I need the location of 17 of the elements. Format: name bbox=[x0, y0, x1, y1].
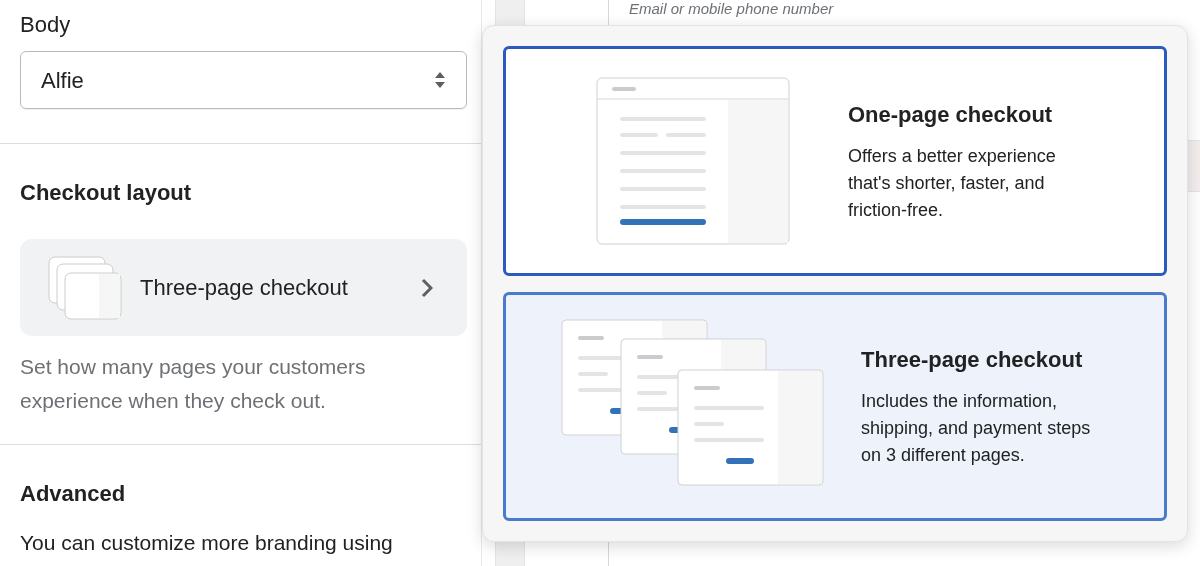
section-title: Checkout layout bbox=[20, 179, 193, 207]
field-label: Email or mobile phone number bbox=[629, 1, 835, 16]
advanced-description: You can customize more branding using bbox=[20, 530, 394, 556]
chevron-right-icon bbox=[421, 277, 433, 298]
font-label: Body bbox=[20, 11, 72, 39]
checkout-option[interactable]: One-page checkout Offers a better experience that's shorter, faster, and friction-free. bbox=[503, 46, 1167, 276]
checkout-layout-button[interactable]: Three-page checkout bbox=[20, 239, 467, 336]
option-title: Three-page checkout bbox=[861, 346, 1084, 375]
stacked-pages-icon bbox=[48, 255, 122, 320]
option-title: One-page checkout bbox=[848, 100, 1054, 129]
checkout-option[interactable]: Three-page checkout Includes the information, shipping, and payment steps on 3 different pages. bbox=[503, 291, 1167, 521]
option-description: Offers a better experience that's shorter, faster, and friction-free. bbox=[848, 144, 1057, 222]
option-description: Includes the information, shipping, and payment steps on 3 different pages. bbox=[861, 390, 1092, 468]
checkout-layout-description: Set how many pages your customers experience when they check out. bbox=[20, 354, 367, 414]
section-title: Advanced bbox=[20, 480, 127, 508]
font-select[interactable]: Alfie bbox=[20, 51, 467, 109]
select-arrows-icon bbox=[434, 71, 446, 89]
